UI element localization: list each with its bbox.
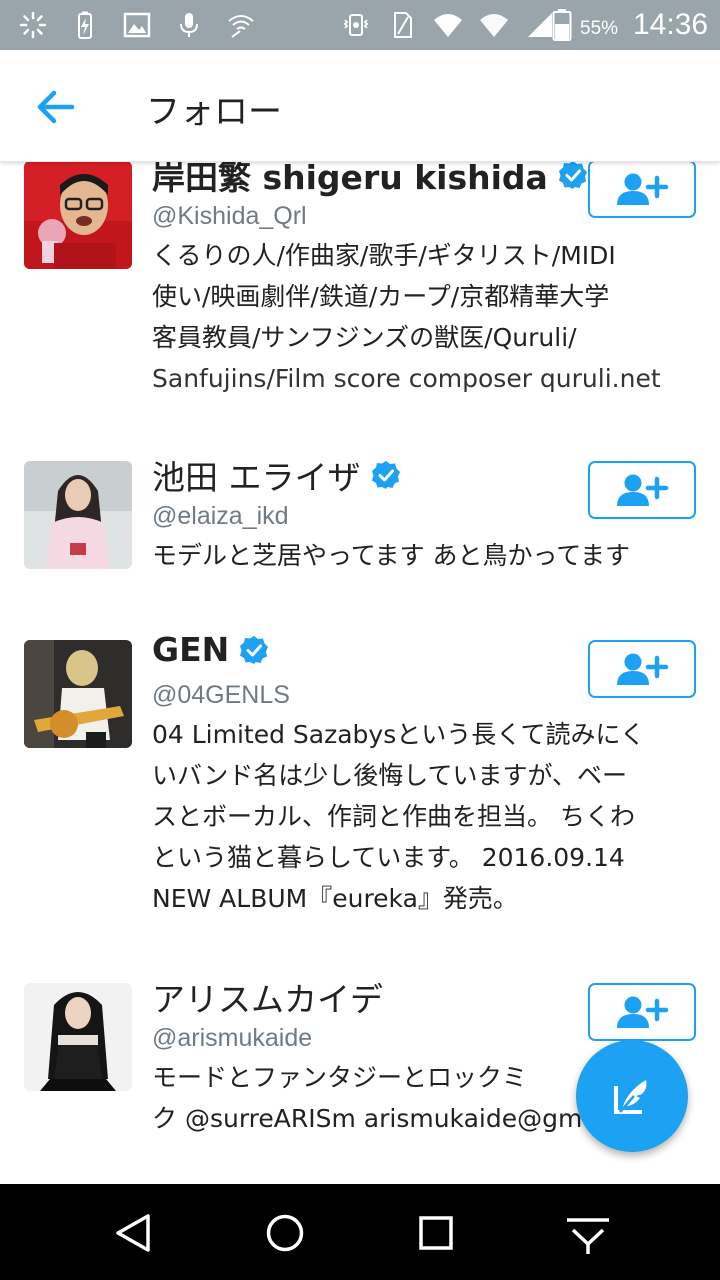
follow-button[interactable] bbox=[588, 162, 696, 218]
bio-line: NEW ALBUM『eureka』発売。 bbox=[152, 884, 518, 913]
list-item[interactable]: 池田 エライザ @elaiza_ikd モデルと芝居やってます あと鳥かってます bbox=[0, 447, 720, 627]
list-item[interactable]: GEN @04GENLS 04 Limited Sazabysという長くて読みに… bbox=[0, 626, 720, 966]
bio-line: という猫と暮らしています。 2016.09.14 bbox=[152, 843, 625, 872]
add-user-icon bbox=[617, 996, 669, 1028]
user-name: 池田 エライザ bbox=[152, 451, 401, 499]
bio-line: 04 Limited Sazabysという長くて読みにく bbox=[152, 720, 646, 749]
avatar[interactable] bbox=[24, 461, 132, 569]
bio-line: モデルと芝居やってます あと鳥かってます bbox=[152, 541, 630, 570]
wifi-off-icon bbox=[228, 15, 254, 38]
image-icon bbox=[123, 12, 151, 38]
clock: 14:36 bbox=[633, 8, 709, 41]
avatar[interactable] bbox=[24, 162, 132, 269]
bio-line: Sanfujins/Film score composer quruli.net bbox=[152, 364, 661, 393]
follow-button[interactable] bbox=[588, 461, 696, 519]
bio-line: 客員教員/サンフジンズの獣医/Quruli/ bbox=[152, 323, 577, 352]
nav-home-icon[interactable] bbox=[260, 1208, 310, 1258]
verified-badge-icon bbox=[558, 162, 587, 189]
compose-tweet-button[interactable] bbox=[576, 1040, 688, 1152]
compose-tweet-icon bbox=[614, 1080, 647, 1114]
bio-line: くるりの人/作曲家/歌手/ギタリスト/MIDI bbox=[152, 241, 616, 270]
status-bar: 55% 14:36 bbox=[0, 0, 720, 50]
user-bio: モデルと芝居やってます あと鳥かってます bbox=[152, 535, 697, 576]
user-bio: くるりの人/作曲家/歌手/ギタリスト/MIDI 使い/映画劇伴/鉄道/カープ/京… bbox=[152, 235, 697, 399]
status-right-icons bbox=[341, 8, 555, 42]
nav-back-icon[interactable] bbox=[108, 1208, 158, 1258]
system-nav-bar bbox=[0, 1184, 720, 1280]
screen: 55% 14:36 フォロー 岸田繁 shigeru kishida @Kish… bbox=[0, 0, 720, 1280]
page-title: フォロー bbox=[146, 92, 282, 132]
avatar[interactable] bbox=[24, 640, 132, 748]
add-user-icon bbox=[617, 173, 669, 205]
user-bio: 04 Limited Sazabysという長くて読みにく いバンド名は少し後悔し… bbox=[152, 714, 697, 919]
user-handle: @elaiza_ikd bbox=[152, 502, 289, 530]
loading-icon bbox=[19, 11, 47, 39]
follow-button[interactable] bbox=[588, 983, 696, 1041]
status-left-icons bbox=[18, 8, 256, 42]
signal-icon bbox=[528, 13, 552, 37]
avatar[interactable] bbox=[24, 983, 132, 1091]
add-user-icon bbox=[617, 653, 669, 685]
app-bar: フォロー bbox=[0, 50, 720, 162]
user-name: GEN bbox=[152, 630, 269, 669]
arrow-left-icon[interactable] bbox=[30, 82, 80, 132]
bio-line: いバンド名は少し後悔していますが、ベー bbox=[152, 761, 628, 790]
user-name: アリスムカイデ bbox=[152, 980, 383, 1019]
sim-icon bbox=[394, 12, 412, 38]
nav-hide-icon[interactable] bbox=[563, 1208, 613, 1258]
user-handle: @Kishida_Qrl bbox=[152, 202, 307, 230]
verified-badge-icon bbox=[240, 635, 269, 664]
user-handle: @04GENLS bbox=[152, 681, 290, 709]
following-list: 岸田繁 shigeru kishida @Kishida_Qrl くるりの人/作… bbox=[0, 162, 720, 1184]
vibrate-icon bbox=[343, 14, 369, 36]
verified-badge-icon bbox=[371, 461, 400, 489]
bio-line: 使い/映画劇伴/鉄道/カープ/京都精華大学 bbox=[152, 282, 610, 311]
wifi-icon bbox=[434, 14, 462, 37]
nav-recents-icon[interactable] bbox=[411, 1208, 461, 1258]
user-handle: @arismukaide bbox=[152, 1024, 313, 1052]
list-item[interactable]: 岸田繁 shigeru kishida @Kishida_Qrl くるりの人/作… bbox=[0, 162, 720, 437]
user-name: 岸田繁 shigeru kishida bbox=[152, 162, 588, 199]
wifi-icon bbox=[480, 14, 508, 37]
battery-percent: 55% bbox=[580, 18, 619, 39]
add-user-icon bbox=[617, 474, 669, 506]
follow-button[interactable] bbox=[588, 640, 696, 698]
battery-charging-icon bbox=[78, 11, 92, 39]
bio-line: スとボーカル、作詞と作曲を担当。 ちくわ bbox=[152, 802, 635, 831]
mic-icon bbox=[180, 13, 198, 37]
battery-icon bbox=[552, 9, 572, 41]
